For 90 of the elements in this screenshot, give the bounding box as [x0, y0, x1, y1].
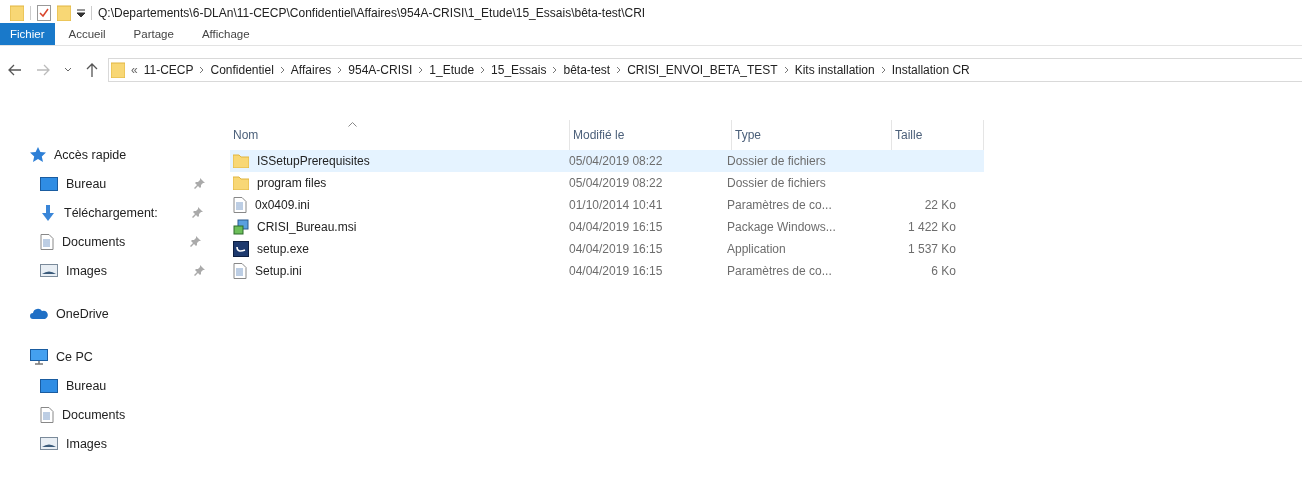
chevron-right-icon[interactable]	[418, 66, 424, 74]
breadcrumb[interactable]: Kits installation	[794, 63, 875, 77]
chevron-right-icon[interactable]	[480, 66, 486, 74]
ribbon-tab[interactable]: Partage	[119, 23, 188, 45]
file-row[interactable]: Setup.ini 04/04/2019 16:15 Paramètres de co... 6 Ko	[230, 260, 984, 282]
breadcrumb[interactable]: bêta-test	[563, 63, 611, 77]
dropdown-icon[interactable]	[77, 8, 85, 18]
breadcrumb[interactable]: 1_Etude	[429, 63, 475, 77]
sidebar-item[interactable]: Bureau	[0, 371, 212, 400]
pictures-icon	[40, 264, 58, 277]
sidebar-item[interactable]: Images	[0, 429, 212, 458]
modified-date: 05/04/2019 08:22	[569, 176, 663, 190]
file-size: 1 422 Ko	[907, 220, 956, 234]
breadcrumb[interactable]: Installation CR	[891, 63, 970, 77]
column-label: Taille	[895, 128, 923, 142]
sidebar-item[interactable]: Images	[0, 256, 212, 285]
file-type: Application	[727, 242, 786, 256]
breadcrumb[interactable]: 11-CECP	[143, 63, 194, 77]
modified-date: 05/04/2019 08:22	[569, 154, 663, 168]
modified-date: 04/04/2019 16:15	[569, 242, 663, 256]
download-arrow-icon	[40, 204, 56, 221]
chevron-right-icon[interactable]	[783, 66, 789, 74]
column-label: Type	[735, 128, 761, 142]
modified-date: 01/10/2014 10:41	[569, 198, 663, 212]
window-title: Q:\Departements\6-DLAn\11-CECP\Confidentiel\Affaires\954A-CRISI\1_Etude\15_Essais\bêta-test\CRI	[98, 6, 646, 20]
document-icon	[40, 406, 54, 423]
application-icon	[233, 241, 249, 257]
file-row[interactable]: ISSetupPrerequisites 05/04/2019 08:22 Dossier de fichiers	[230, 150, 984, 172]
chevron-right-icon[interactable]	[337, 66, 343, 74]
file-size: 22 Ko	[924, 198, 956, 212]
address-bar[interactable]: « 11-CECP Confidentiel Affaires 954A-CRISI 1_Etude 15_Essais bêta-test CRISI_ENVOI_BETA_TEST Kits installation Installation CR	[108, 58, 1302, 82]
back-arrow-icon[interactable]	[8, 64, 22, 76]
document-icon	[233, 197, 247, 213]
file-type: Dossier de fichiers	[727, 154, 826, 168]
breadcrumb[interactable]: Affaires	[290, 63, 332, 77]
document-icon	[40, 233, 54, 250]
file-name: Setup.ini	[255, 264, 302, 278]
properties-icon[interactable]	[37, 5, 51, 21]
cloud-icon	[30, 308, 48, 319]
file-type: Dossier de fichiers	[727, 176, 826, 190]
modified-date: 04/04/2019 16:15	[569, 264, 663, 278]
ribbon-tab[interactable]: Accueil	[54, 23, 120, 45]
column-label: Nom	[233, 128, 259, 142]
file-type: Paramètres de co...	[727, 198, 832, 212]
overflow-chevron[interactable]: «	[131, 63, 138, 77]
breadcrumb[interactable]: CRISI_ENVOI_BETA_TEST	[627, 63, 778, 77]
ribbon-tab[interactable]: Affichage	[187, 23, 264, 45]
pictures-icon	[40, 437, 58, 450]
breadcrumb[interactable]: Confidentiel	[210, 63, 274, 77]
ribbon-tab[interactable]: Fichier	[0, 23, 55, 45]
chevron-right-icon[interactable]	[880, 66, 886, 74]
file-name: setup.exe	[257, 242, 310, 256]
desktop-icon	[40, 378, 58, 393]
up-arrow-icon[interactable]	[86, 63, 98, 77]
folder-icon	[233, 154, 249, 168]
file-size: 1 537 Ko	[907, 242, 956, 256]
folder-icon	[111, 62, 125, 78]
chevron-right-icon[interactable]	[552, 66, 558, 74]
sidebar-item[interactable]: OneDrive	[0, 299, 212, 328]
file-row[interactable]: CRISI_Bureau.msi 04/04/2019 16:15 Package Windows... 1 422 Ko	[230, 216, 984, 238]
sidebar-item[interactable]: Ce PC	[0, 342, 212, 371]
file-name: CRISI_Bureau.msi	[257, 220, 357, 234]
sidebar-item[interactable]: Accès rapide	[0, 140, 212, 169]
file-type: Paramètres de co...	[727, 264, 832, 278]
folder-icon	[233, 176, 249, 190]
chevron-down-icon[interactable]	[64, 67, 72, 73]
file-name: ISSetupPrerequisites	[257, 154, 370, 168]
file-row[interactable]: 0x0409.ini 01/10/2014 10:41 Paramètres de co... 22 Ko	[230, 194, 984, 216]
chevron-right-icon[interactable]	[199, 66, 205, 74]
chevron-right-icon[interactable]	[616, 66, 622, 74]
file-name: 0x0409.ini	[255, 198, 310, 212]
sidebar-item[interactable]: Bureau	[0, 169, 212, 198]
column-label: Modifié le	[573, 128, 625, 142]
file-type: Package Windows...	[727, 220, 836, 234]
sidebar-item[interactable]: Documents	[0, 227, 212, 256]
file-row[interactable]: setup.exe 04/04/2019 16:15 Application 1 537 Ko	[230, 238, 984, 260]
file-name: program files	[257, 176, 327, 190]
modified-date: 04/04/2019 16:15	[569, 220, 663, 234]
installer-package-icon	[233, 219, 249, 235]
breadcrumb[interactable]: 954A-CRISI	[348, 63, 413, 77]
chevron-right-icon[interactable]	[279, 66, 285, 74]
file-size: 6 Ko	[931, 264, 956, 278]
star-icon	[30, 147, 46, 162]
file-row[interactable]: program files 05/04/2019 08:22 Dossier de fichiers	[230, 172, 984, 194]
sidebar-item[interactable]: Téléchargement:	[0, 198, 212, 227]
computer-icon	[30, 348, 48, 365]
breadcrumb[interactable]: 15_Essais	[491, 63, 547, 77]
document-icon	[233, 263, 247, 279]
sidebar-item[interactable]: Documents	[0, 400, 212, 429]
desktop-icon	[40, 176, 58, 191]
